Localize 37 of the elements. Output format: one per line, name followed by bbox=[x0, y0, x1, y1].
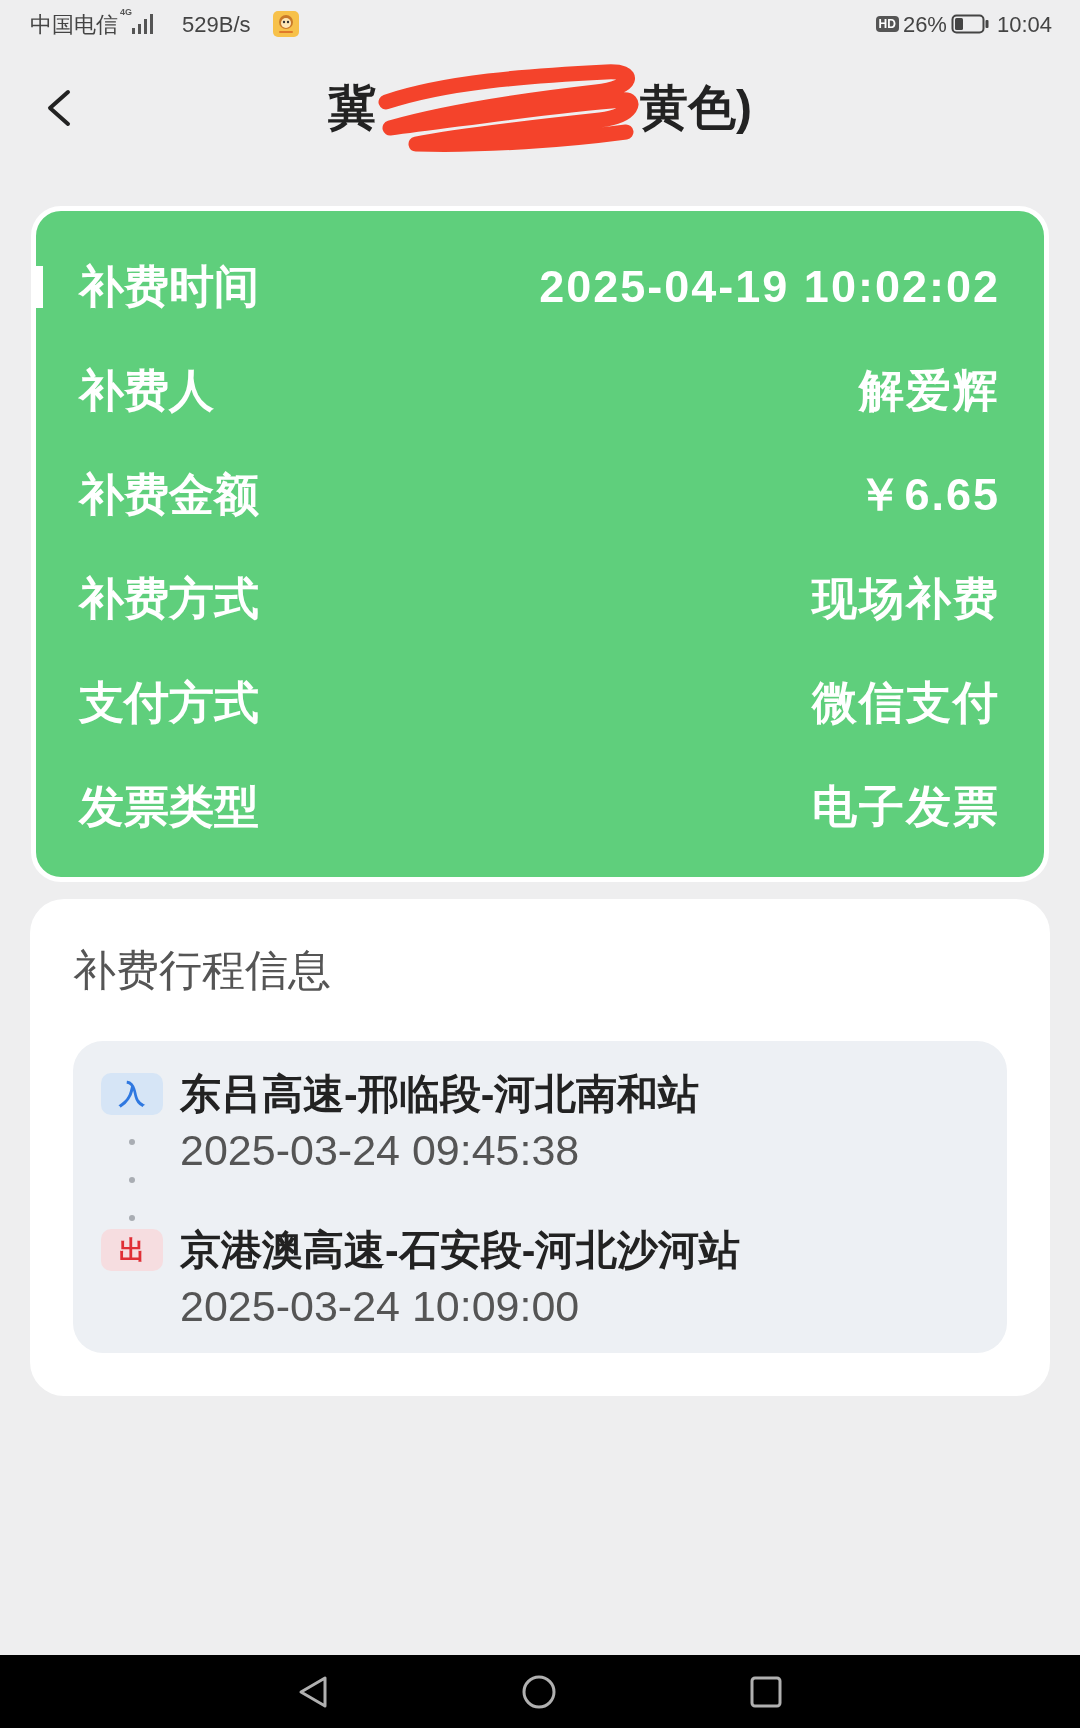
detail-label: 补费人 bbox=[79, 364, 214, 419]
station-name: 京港澳高速-石安段-河北沙河站 bbox=[180, 1226, 741, 1275]
detail-value: 现场补费 bbox=[812, 572, 1000, 627]
entry-tag: 入 bbox=[101, 1073, 163, 1115]
square-recents-icon bbox=[750, 1675, 782, 1708]
section-title: 补费行程信息 bbox=[73, 945, 332, 995]
carrier-label: 中国电信 bbox=[30, 10, 118, 39]
nav-back-button[interactable] bbox=[298, 1674, 328, 1709]
network-type-label: 4G bbox=[120, 8, 132, 17]
detail-label: 发票类型 bbox=[79, 780, 259, 835]
detail-value: 微信支付 bbox=[812, 676, 1000, 731]
station-name: 东吕高速-邢临段-河北南和站 bbox=[180, 1070, 700, 1119]
detail-label: 补费时间 bbox=[79, 260, 259, 315]
nav-home-button[interactable] bbox=[522, 1674, 556, 1709]
triangle-back-icon bbox=[298, 1674, 328, 1709]
detail-value: 解爱辉 bbox=[859, 364, 1000, 419]
nav-recents-button[interactable] bbox=[750, 1675, 782, 1708]
page-title: 冀 bbox=[328, 80, 376, 137]
page-title: 黄色) bbox=[640, 80, 752, 137]
detail-value: ￥6.65 bbox=[857, 468, 1000, 523]
back-icon bbox=[46, 89, 72, 127]
clock-label: 10:04 bbox=[996, 10, 1052, 39]
detail-value: 2025-04-19 10:02:02 bbox=[539, 260, 1000, 315]
pass-time: 2025-03-24 09:45:38 bbox=[180, 1125, 581, 1176]
detail-label: 补费方式 bbox=[79, 572, 259, 627]
signal-icon bbox=[132, 14, 154, 34]
circle-home-icon bbox=[522, 1674, 556, 1709]
hd-indicator: HD bbox=[875, 16, 899, 32]
mascot-icon bbox=[272, 11, 299, 37]
detail-label: 补费金额 bbox=[79, 468, 259, 523]
exit-tag: 出 bbox=[101, 1229, 163, 1271]
detail-value: 电子发票 bbox=[812, 780, 1000, 835]
battery-percent-label: 26% bbox=[902, 10, 947, 39]
pass-time: 2025-03-24 10:09:00 bbox=[180, 1281, 581, 1332]
detail-label: 支付方式 bbox=[79, 676, 259, 731]
network-speed-label: 529B/s bbox=[182, 10, 251, 39]
battery-icon bbox=[950, 14, 989, 34]
